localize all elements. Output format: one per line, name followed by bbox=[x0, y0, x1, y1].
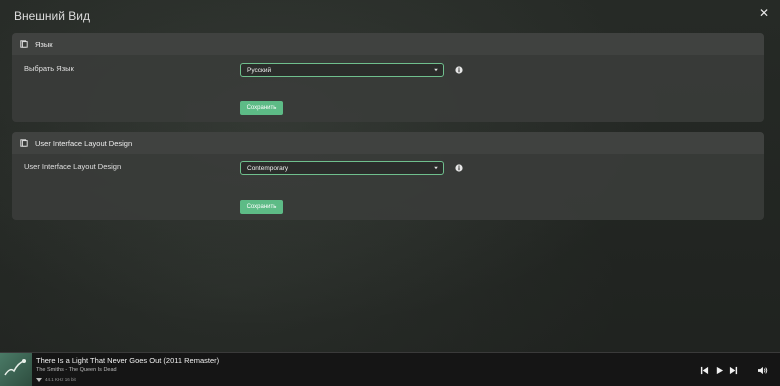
track-artist-album[interactable]: The Smiths - The Queen Is Dead bbox=[36, 367, 117, 373]
language-panel-header: Язык bbox=[12, 33, 764, 55]
book-icon bbox=[20, 139, 28, 147]
layout-select[interactable]: Contemporary bbox=[240, 161, 444, 175]
chevron-down-icon bbox=[434, 166, 438, 170]
language-field-label: Выбрать Язык bbox=[24, 64, 74, 73]
language-panel-title: Язык bbox=[35, 39, 53, 49]
info-icon[interactable] bbox=[455, 66, 463, 74]
volume-icon[interactable] bbox=[757, 366, 768, 375]
player-bar: There Is a Light That Never Goes Out (20… bbox=[0, 352, 780, 386]
audio-format: 44.1 KHz 16 bit bbox=[45, 377, 76, 382]
language-save-button[interactable]: Сохранить bbox=[240, 101, 283, 115]
layout-select-value: Contemporary bbox=[247, 164, 289, 172]
layout-save-button[interactable]: Сохранить bbox=[240, 200, 283, 214]
previous-icon[interactable] bbox=[700, 366, 709, 375]
language-panel: Язык Выбрать Язык Русский Сохранить bbox=[12, 33, 764, 122]
next-icon[interactable] bbox=[729, 366, 738, 375]
info-icon[interactable] bbox=[455, 164, 463, 172]
layout-panel: User Interface Layout Design User Interf… bbox=[12, 132, 764, 220]
audio-format-icon bbox=[36, 378, 42, 382]
layout-panel-header: User Interface Layout Design bbox=[12, 132, 764, 154]
layout-field-label: User Interface Layout Design bbox=[24, 162, 122, 171]
book-icon bbox=[20, 40, 28, 48]
language-select-value: Русский bbox=[247, 66, 272, 74]
language-select[interactable]: Русский bbox=[240, 63, 444, 77]
chevron-down-icon bbox=[434, 68, 438, 72]
album-art[interactable] bbox=[0, 353, 32, 386]
layout-panel-title: User Interface Layout Design bbox=[35, 138, 133, 148]
play-icon[interactable] bbox=[715, 366, 724, 375]
close-icon[interactable]: ✕ bbox=[759, 6, 769, 20]
page-title: Внешний Вид bbox=[14, 9, 91, 23]
album-art-image bbox=[4, 359, 26, 376]
track-title[interactable]: There Is a Light That Never Goes Out (20… bbox=[36, 356, 219, 365]
